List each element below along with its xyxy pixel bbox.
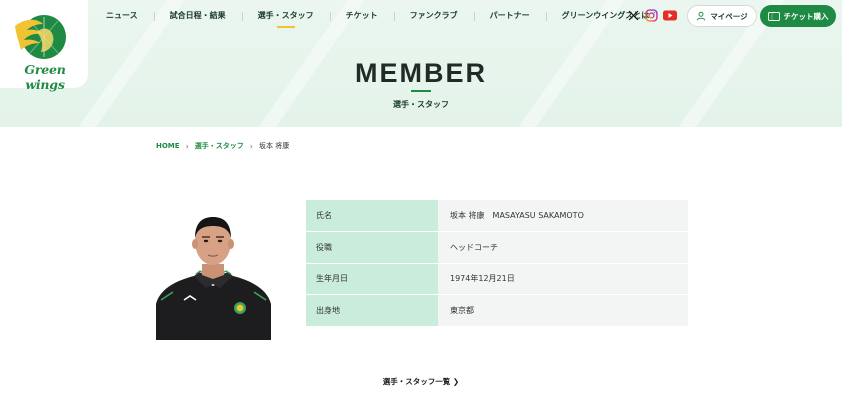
nav-item-news[interactable]: ニュース: [90, 0, 154, 32]
nav-item-partners[interactable]: パートナー: [473, 0, 546, 32]
youtube-icon[interactable]: [663, 10, 677, 21]
profile-value-position: ヘッドコーチ: [438, 231, 688, 264]
breadcrumb: HOME › 選手・スタッフ › 坂本 将康: [156, 141, 289, 151]
breadcrumb-home[interactable]: HOME: [156, 142, 180, 150]
profile-key-position: 役職: [306, 231, 438, 264]
table-row: 氏名 坂本 将康 MASAYASU SAKAMOTO: [306, 200, 688, 232]
mypage-button[interactable]: マイページ: [687, 5, 757, 27]
user-icon: [697, 11, 706, 21]
member-photo: [156, 208, 271, 340]
nav-item-tickets[interactable]: チケット: [329, 0, 394, 32]
ticket-label: チケット購入: [783, 11, 829, 21]
chevron-right-icon: ›: [185, 141, 189, 151]
profile-key-hometown: 出身地: [306, 294, 438, 327]
profile-table: 氏名 坂本 将康 MASAYASU SAKAMOTO 役職 ヘッドコーチ 生年月…: [306, 200, 688, 327]
table-row: 出身地 東京都: [306, 294, 688, 327]
breadcrumb-current: 坂本 将康: [258, 142, 290, 150]
nav-item-players-staff[interactable]: 選手・スタッフ: [241, 0, 330, 32]
chevron-right-icon: ›: [249, 141, 253, 151]
wings-emblem-icon: [15, 15, 66, 59]
profile-value-hometown: 東京都: [438, 294, 688, 327]
profile-value-name: 坂本 将康 MASAYASU SAKAMOTO: [438, 200, 688, 232]
buy-ticket-button[interactable]: チケット購入: [760, 5, 836, 27]
profile-key-birthdate: 生年月日: [306, 263, 438, 295]
mypage-label: マイページ: [710, 11, 748, 21]
ticket-icon: [767, 11, 780, 21]
main-nav: ニュース 試合日程・結果 選手・スタッフ チケット ファンクラブ パートナー グ…: [90, 0, 665, 32]
member-list-link[interactable]: 選手・スタッフ一覧 ❯: [0, 376, 842, 387]
page-title: MEMBER: [355, 58, 487, 88]
title-underline: [411, 90, 431, 92]
nav-item-schedule-results[interactable]: 試合日程・結果: [153, 0, 242, 32]
chevron-right-icon: ❯: [452, 377, 460, 386]
table-row: 生年月日 1974年12月21日: [306, 263, 688, 295]
breadcrumb-section[interactable]: 選手・スタッフ: [195, 141, 244, 151]
x-icon[interactable]: [628, 10, 639, 21]
table-row: 役職 ヘッドコーチ: [306, 231, 688, 264]
profile-value-birthdate: 1974年12月21日: [438, 263, 688, 295]
instagram-icon[interactable]: [645, 9, 658, 22]
nav-item-fanclub[interactable]: ファンクラブ: [393, 0, 474, 32]
member-list-label: 選手・スタッフ一覧: [382, 377, 451, 386]
page-subtitle: 選手・スタッフ: [393, 100, 449, 109]
profile-key-name: 氏名: [306, 200, 438, 232]
